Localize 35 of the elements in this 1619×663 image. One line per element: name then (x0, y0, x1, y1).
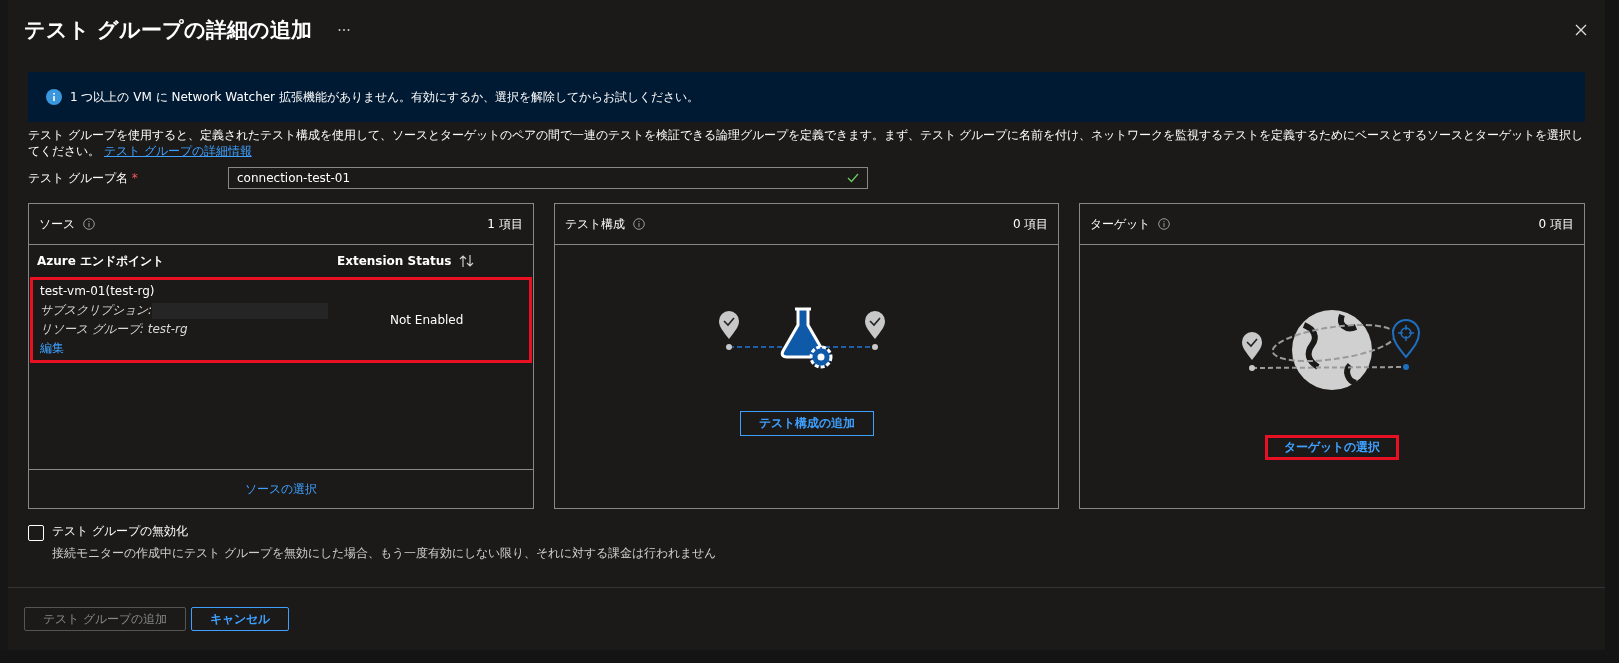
info-icon (1158, 218, 1171, 230)
subscription-label: サブスクリプション: (40, 302, 153, 319)
panel-title: テスト構成 (564, 215, 625, 233)
table-row[interactable]: test-vm-01(test-rg) サブスクリプション: リソース グループ: test-rg 編集 Not Enabled (30, 277, 532, 363)
description-text: テスト グループを使用すると、定義されたテスト構成を使用して、ソースとターゲットのペアの間で一連のテストを検証できる論理グループを定義できます。まず、テスト グループに名前を付け、ネットワークを監視するテストを定義するためにベースとするソースとターゲットを選択してください。 テスト グループの詳細情報 (28, 127, 1585, 159)
checkbox-label: テスト グループの無効化 (52, 523, 189, 540)
panel-title: ターゲット (1090, 215, 1151, 233)
info-icon (83, 218, 95, 230)
hint-text: 接続モニターの作成中にテスト グループを無効にした場合、もう一度有効にしない限り、それに対する課金は行われません (52, 545, 716, 562)
info-icon (632, 218, 645, 230)
select-source-link[interactable]: ソースの選択 (29, 469, 533, 508)
info-icon (46, 89, 62, 105)
vm-name: test-vm-01(test-rg) (40, 283, 155, 300)
extension-status: Not Enabled (390, 311, 464, 329)
field-label: テスト グループ名 (28, 170, 128, 185)
item-count: 0 項目 (1538, 215, 1574, 233)
checkbox[interactable] (28, 525, 44, 541)
required-mark: * (131, 170, 138, 185)
dialog-title: テスト グループの詳細の追加 (24, 17, 313, 44)
close-icon[interactable] (1575, 24, 1587, 36)
resource-group: リソース グループ: test-rg (40, 320, 188, 339)
add-test-config-button[interactable]: テスト構成の追加 (739, 411, 874, 436)
column-header: Azure エンドポイント (37, 252, 166, 270)
learn-more-link[interactable]: テスト グループの詳細情報 (104, 144, 252, 158)
panel-title: ソース (39, 215, 75, 233)
name-input-field[interactable]: connection-test-01 (228, 167, 868, 189)
more-icon[interactable] (338, 28, 351, 32)
cancel-button[interactable]: キャンセル (190, 607, 289, 631)
item-count: 0 項目 (1012, 215, 1049, 233)
item-count: 1 項目 (487, 215, 523, 233)
edit-link[interactable]: 編集 (40, 339, 64, 358)
column-header: Extension Status (337, 254, 452, 268)
banner-text: 1 つ以上の VM に Network Watcher 拡張機能がありません。有効にするか、選択を解除してからお試しください。 (70, 88, 699, 106)
sort-icon[interactable] (459, 254, 476, 268)
select-target-button[interactable]: ターゲットの選択 (1265, 435, 1400, 460)
